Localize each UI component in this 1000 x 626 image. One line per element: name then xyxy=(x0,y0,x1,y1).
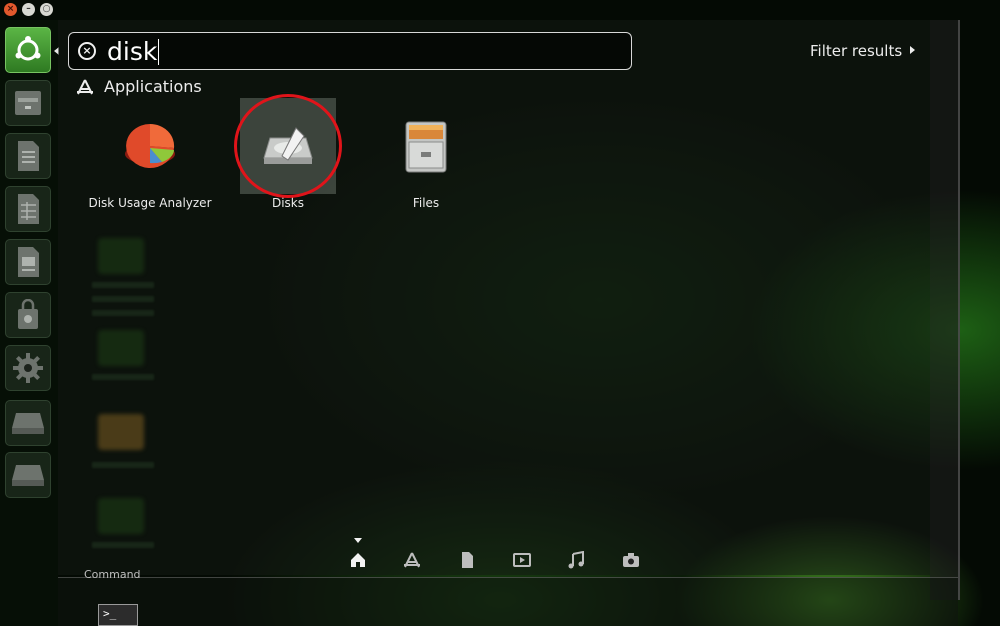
launcher-item-drive-2[interactable] xyxy=(5,452,51,498)
result-disk-usage-analyzer[interactable]: Disk Usage Analyzer xyxy=(80,98,220,218)
launcher-item-calc[interactable] xyxy=(5,186,51,232)
ubuntu-logo-icon xyxy=(15,36,41,61)
maximize-window-button[interactable]: ○ xyxy=(40,3,53,16)
partial-section-label: Command xyxy=(84,568,141,581)
window-controls: × – ○ xyxy=(4,3,53,16)
result-label: Files xyxy=(412,196,440,210)
active-lens-pointer xyxy=(354,538,362,543)
blurred-result xyxy=(98,498,144,534)
launcher-item-writer[interactable] xyxy=(5,133,51,179)
launcher-item-impress[interactable] xyxy=(5,239,51,285)
search-query-text: disk xyxy=(107,37,160,66)
dash-home-button[interactable] xyxy=(5,27,51,73)
expand-arrow-icon xyxy=(910,46,916,54)
close-window-button[interactable]: × xyxy=(4,3,17,16)
blurred-result-label xyxy=(92,282,154,288)
highlight-ring xyxy=(234,94,342,198)
blurred-result-label xyxy=(92,296,154,302)
writer-document-icon xyxy=(18,141,39,171)
software-center-bag-icon xyxy=(18,299,38,329)
music-lens-icon[interactable] xyxy=(567,551,585,569)
minimize-window-button[interactable]: – xyxy=(22,3,35,16)
blurred-result xyxy=(98,414,144,450)
drive-icon xyxy=(12,413,44,434)
filter-results-label: Filter results xyxy=(810,42,903,60)
video-lens-icon[interactable] xyxy=(513,551,531,569)
file-cabinet-icon xyxy=(405,121,447,173)
result-label: Disks xyxy=(271,196,305,210)
system-settings-gear-icon xyxy=(13,353,43,383)
blurred-result-label xyxy=(92,462,154,468)
blurred-result-label xyxy=(92,310,154,316)
filter-results-button[interactable]: Filter results xyxy=(810,42,916,60)
pie-chart-icon xyxy=(125,123,175,168)
photo-lens-icon[interactable] xyxy=(622,551,640,569)
dash-edge xyxy=(930,20,960,600)
launcher-item-software-center[interactable] xyxy=(5,292,51,338)
terminal-icon[interactable]: >_ xyxy=(98,604,138,626)
launcher-item-drive-1[interactable] xyxy=(5,400,51,446)
files-drawer-icon xyxy=(15,91,41,115)
blurred-result-label xyxy=(92,542,154,548)
text-caret xyxy=(158,39,160,65)
drive-icon xyxy=(12,465,44,486)
blurred-result-label xyxy=(92,374,154,380)
clear-search-icon[interactable]: × xyxy=(78,42,96,60)
search-input[interactable]: × disk xyxy=(68,32,632,70)
section-title: Applications xyxy=(104,77,202,96)
files-lens-icon[interactable] xyxy=(458,551,476,569)
blurred-result xyxy=(98,238,144,274)
applications-lens-icon[interactable] xyxy=(403,551,421,569)
result-label: Disk Usage Analyzer xyxy=(88,196,212,210)
applications-section-header: Applications xyxy=(76,77,202,96)
home-lens-icon[interactable] xyxy=(349,551,367,569)
blurred-result xyxy=(98,330,144,366)
launcher-item-system-settings[interactable] xyxy=(5,345,51,391)
result-files[interactable]: Files xyxy=(356,98,496,218)
applications-lens-icon xyxy=(77,79,93,94)
impress-presentation-icon xyxy=(18,247,39,277)
calc-spreadsheet-icon xyxy=(18,194,39,224)
background-window-strip xyxy=(58,577,958,626)
launcher-item-files[interactable] xyxy=(5,80,51,126)
